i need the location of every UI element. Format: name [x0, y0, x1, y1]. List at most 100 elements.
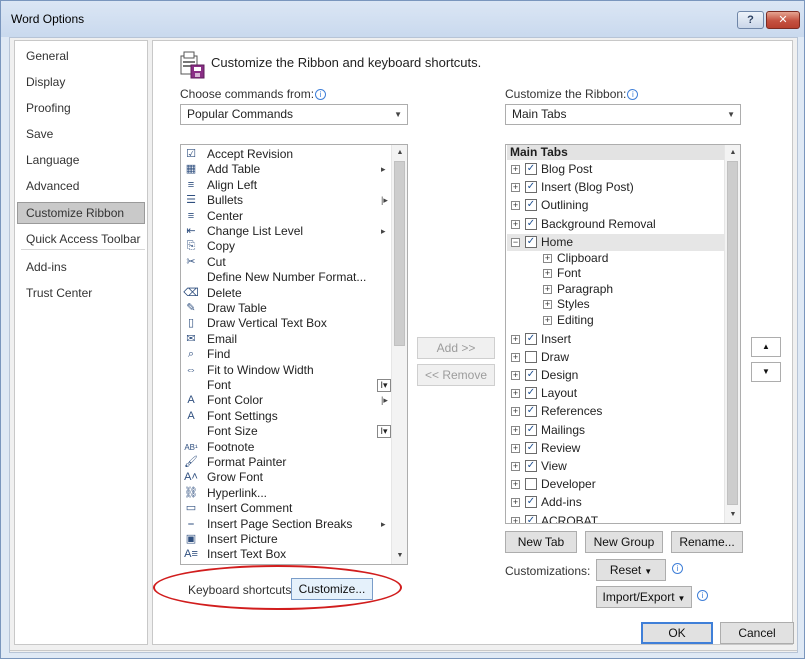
expand-icon[interactable]: +: [543, 315, 552, 325]
command-item[interactable]: ≡ Center: [183, 209, 403, 224]
command-item[interactable]: 🖌 Format Painter: [183, 455, 403, 470]
expand-icon[interactable]: +: [511, 165, 520, 174]
scroll-up-icon[interactable]: ▲: [726, 146, 740, 160]
sidebar-item-save[interactable]: Save: [17, 123, 145, 145]
sidebar-item-proofing[interactable]: Proofing: [17, 97, 145, 119]
tree-item-developer[interactable]: + Developer: [507, 476, 724, 493]
expand-icon[interactable]: +: [511, 201, 520, 211]
command-item[interactable]: A≡ Insert Text Box: [183, 547, 403, 562]
command-item[interactable]: ⌫ Delete: [183, 286, 403, 301]
command-item[interactable]: ☑ Accept Revision: [183, 147, 403, 162]
sidebar-item-trust-center[interactable]: Trust Center: [17, 282, 145, 304]
expand-icon[interactable]: +: [511, 219, 520, 229]
checkbox-checked[interactable]: ✓: [525, 423, 537, 436]
command-item[interactable]: ☰ Bullets |▸: [183, 193, 403, 208]
command-item[interactable]: Define New Number Format...: [183, 270, 403, 285]
tree-item-draw[interactable]: + Draw: [507, 349, 724, 366]
tree-item-acrobat[interactable]: + ✓ ACROBAT: [507, 513, 724, 523]
tree-item-review[interactable]: + ✓ Review: [507, 440, 724, 457]
checkbox-checked[interactable]: ✓: [525, 387, 537, 400]
sidebar-item-add-ins[interactable]: Add-ins: [17, 256, 145, 278]
import-export-button[interactable]: Import/Export ▼: [596, 586, 692, 608]
command-item[interactable]: ⇔ Fit to Window Width: [183, 363, 403, 378]
help-button[interactable]: ?: [737, 11, 764, 29]
command-item[interactable]: ≡ Align Left: [183, 178, 403, 193]
tree-group-editing[interactable]: + Editing: [507, 312, 724, 329]
expand-icon[interactable]: +: [511, 407, 520, 417]
expand-icon[interactable]: +: [543, 300, 552, 310]
expand-icon[interactable]: +: [543, 269, 552, 279]
commands-list[interactable]: ▲ ▼ ☑ Accept Revision ▦ Add Table ▸ ≡ Align Le…: [180, 144, 408, 565]
command-item[interactable]: ▦ Add Table ▸: [183, 162, 403, 177]
tree-item-view[interactable]: + ✓ View: [507, 458, 724, 475]
sidebar-item-general[interactable]: General: [17, 45, 145, 67]
sidebar-item-quick-access-toolbar[interactable]: Quick Access Toolbar: [17, 228, 145, 250]
command-item[interactable]: Font I▾: [183, 378, 403, 393]
move-down-button[interactable]: ▼: [751, 362, 781, 382]
command-item[interactable]: A Font Color |▸: [183, 393, 403, 408]
expand-icon[interactable]: +: [511, 334, 520, 344]
tree-item-design[interactable]: + ✓ Design: [507, 367, 724, 384]
reset-button[interactable]: Reset ▼: [596, 559, 666, 581]
expand-icon[interactable]: +: [511, 389, 520, 399]
expand-icon[interactable]: +: [511, 498, 520, 508]
checkbox-checked[interactable]: ✓: [525, 217, 537, 230]
tree-item-layout[interactable]: + ✓ Layout: [507, 385, 724, 402]
expand-icon[interactable]: +: [511, 352, 520, 362]
expand-icon[interactable]: +: [511, 370, 520, 380]
move-up-button[interactable]: ▲: [751, 337, 781, 357]
tree-item-home[interactable]: − ✓ Home: [507, 233, 724, 251]
command-item[interactable]: ⎯ Insert Page Section Breaks ▸: [183, 517, 403, 532]
command-item[interactable]: ⎘ Copy: [183, 239, 403, 254]
sidebar-item-language[interactable]: Language: [17, 149, 145, 171]
expand-icon[interactable]: +: [511, 480, 520, 490]
tree-item-insert[interactable]: + ✓ Insert: [507, 331, 724, 348]
checkbox-checked[interactable]: ✓: [525, 199, 537, 212]
checkbox-checked[interactable]: ✓: [525, 163, 537, 175]
scroll-down-icon[interactable]: ▼: [726, 508, 740, 522]
tree-item-add-ins[interactable]: + ✓ Add-ins: [507, 494, 724, 511]
checkbox-checked[interactable]: ✓: [525, 181, 537, 194]
sidebar-item-display[interactable]: Display: [17, 71, 145, 93]
new-tab-button[interactable]: New Tab: [505, 531, 577, 553]
choose-commands-dropdown[interactable]: Popular Commands ▼: [180, 104, 408, 125]
command-item[interactable]: ⛓ Hyperlink...: [183, 486, 403, 501]
command-item[interactable]: ✂ Cut: [183, 255, 403, 270]
ribbon-tree[interactable]: Main Tabs ▲ ▼ + ✓ Blog Post + ✓ Insert (Blog …: [505, 144, 741, 524]
tree-item-outlining[interactable]: + ✓ Outlining: [507, 197, 724, 214]
command-item[interactable]: AB¹ Footnote: [183, 440, 403, 455]
checkbox-checked[interactable]: ✓: [525, 514, 537, 523]
remove-button[interactable]: << Remove: [417, 364, 495, 386]
expand-icon[interactable]: +: [511, 443, 520, 453]
customize-ribbon-dropdown[interactable]: Main Tabs ▼: [505, 104, 741, 125]
ribbon-scrollbar[interactable]: ▲ ▼: [724, 145, 740, 523]
command-item[interactable]: A˄ Grow Font: [183, 470, 403, 485]
sidebar-item-customize-ribbon[interactable]: Customize Ribbon: [17, 202, 145, 224]
command-item[interactable]: ▯ Draw Vertical Text Box: [183, 316, 403, 331]
command-item[interactable]: Font Size I▾: [183, 424, 403, 439]
tree-item-references[interactable]: + ✓ References: [507, 403, 724, 420]
close-button[interactable]: ✕: [766, 11, 800, 29]
checkbox-checked[interactable]: ✓: [525, 459, 537, 472]
expand-icon[interactable]: +: [511, 183, 520, 193]
rename-button[interactable]: Rename...: [671, 531, 743, 553]
checkbox-checked[interactable]: ✓: [525, 441, 537, 454]
tree-item-insert-blog-post-[interactable]: + ✓ Insert (Blog Post): [507, 179, 724, 196]
checkbox-checked[interactable]: ✓: [525, 405, 537, 418]
checkbox-checked[interactable]: ✓: [525, 496, 537, 509]
ok-button[interactable]: OK: [641, 622, 713, 644]
expand-icon[interactable]: +: [511, 516, 520, 523]
add-button[interactable]: Add >>: [417, 337, 495, 359]
command-item[interactable]: ⌕ Find: [183, 347, 403, 362]
command-item[interactable]: ✉ Email: [183, 332, 403, 347]
tree-item-mailings[interactable]: + ✓ Mailings: [507, 422, 724, 439]
expand-icon[interactable]: +: [543, 254, 552, 263]
new-group-button[interactable]: New Group: [585, 531, 663, 553]
tree-item-blog-post[interactable]: + ✓ Blog Post: [507, 161, 724, 178]
cancel-button[interactable]: Cancel: [720, 622, 794, 644]
checkbox-checked[interactable]: ✓: [525, 235, 537, 248]
checkbox-checked[interactable]: ✓: [525, 368, 537, 381]
command-item[interactable]: ⇤ Change List Level ▸: [183, 224, 403, 239]
checkbox-checked[interactable]: ✓: [525, 332, 537, 345]
command-item[interactable]: ▭ Insert Comment: [183, 501, 403, 516]
